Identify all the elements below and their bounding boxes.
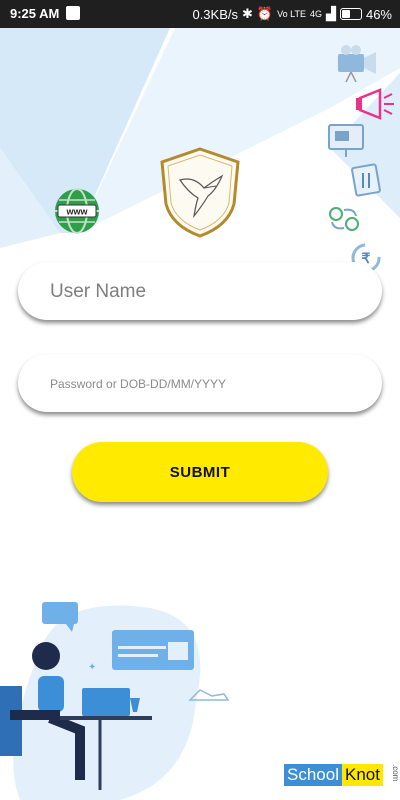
battery-percent: 46% [365, 6, 392, 22]
status-time: 9:25 AM [10, 6, 60, 21]
password-input[interactable] [48, 354, 372, 414]
password-field[interactable] [18, 354, 382, 414]
video-camera-icon [338, 45, 376, 83]
status-right: 0.3KB/s ✱ ⏰ Vo LTE 4G ▟ 46% [192, 6, 392, 22]
schoolknot-brand: School Knot .com [284, 764, 400, 786]
bluetooth-icon: ✱ [242, 6, 253, 21]
network-type: 4G [309, 9, 322, 19]
svg-text:✦: ✦ [88, 662, 96, 673]
person-at-laptop-illustration: ✦ [0, 602, 230, 800]
presentation-icon [328, 124, 364, 157]
status-bar: 9:25 AM 0.3KB/s ✱ ⏰ Vo LTE 4G ▟ 46% [0, 0, 400, 28]
brand-suffix: .com [390, 764, 400, 782]
username-input[interactable] [48, 262, 372, 322]
username-field[interactable] [18, 262, 382, 322]
megaphone-icon [356, 88, 394, 120]
gallery-notification-icon [66, 6, 80, 20]
chat-bubble-icon [42, 602, 78, 624]
food-icon [351, 163, 381, 197]
people-exchange-icon [329, 207, 359, 231]
signal-icon: ▟ [325, 6, 336, 21]
submit-button[interactable]: SUBMIT [72, 442, 328, 502]
battery-icon [339, 8, 362, 20]
brand-part-1: School [284, 764, 342, 786]
network-speed: 0.3KB/s [192, 6, 238, 22]
globe-icon: www [55, 188, 99, 234]
globe-label: www [65, 207, 88, 217]
alarm-icon: ⏰ [256, 6, 274, 21]
school-logo [160, 147, 240, 238]
carrier-badge: Vo LTE [277, 9, 306, 19]
brand-part-2: Knot [341, 764, 383, 786]
